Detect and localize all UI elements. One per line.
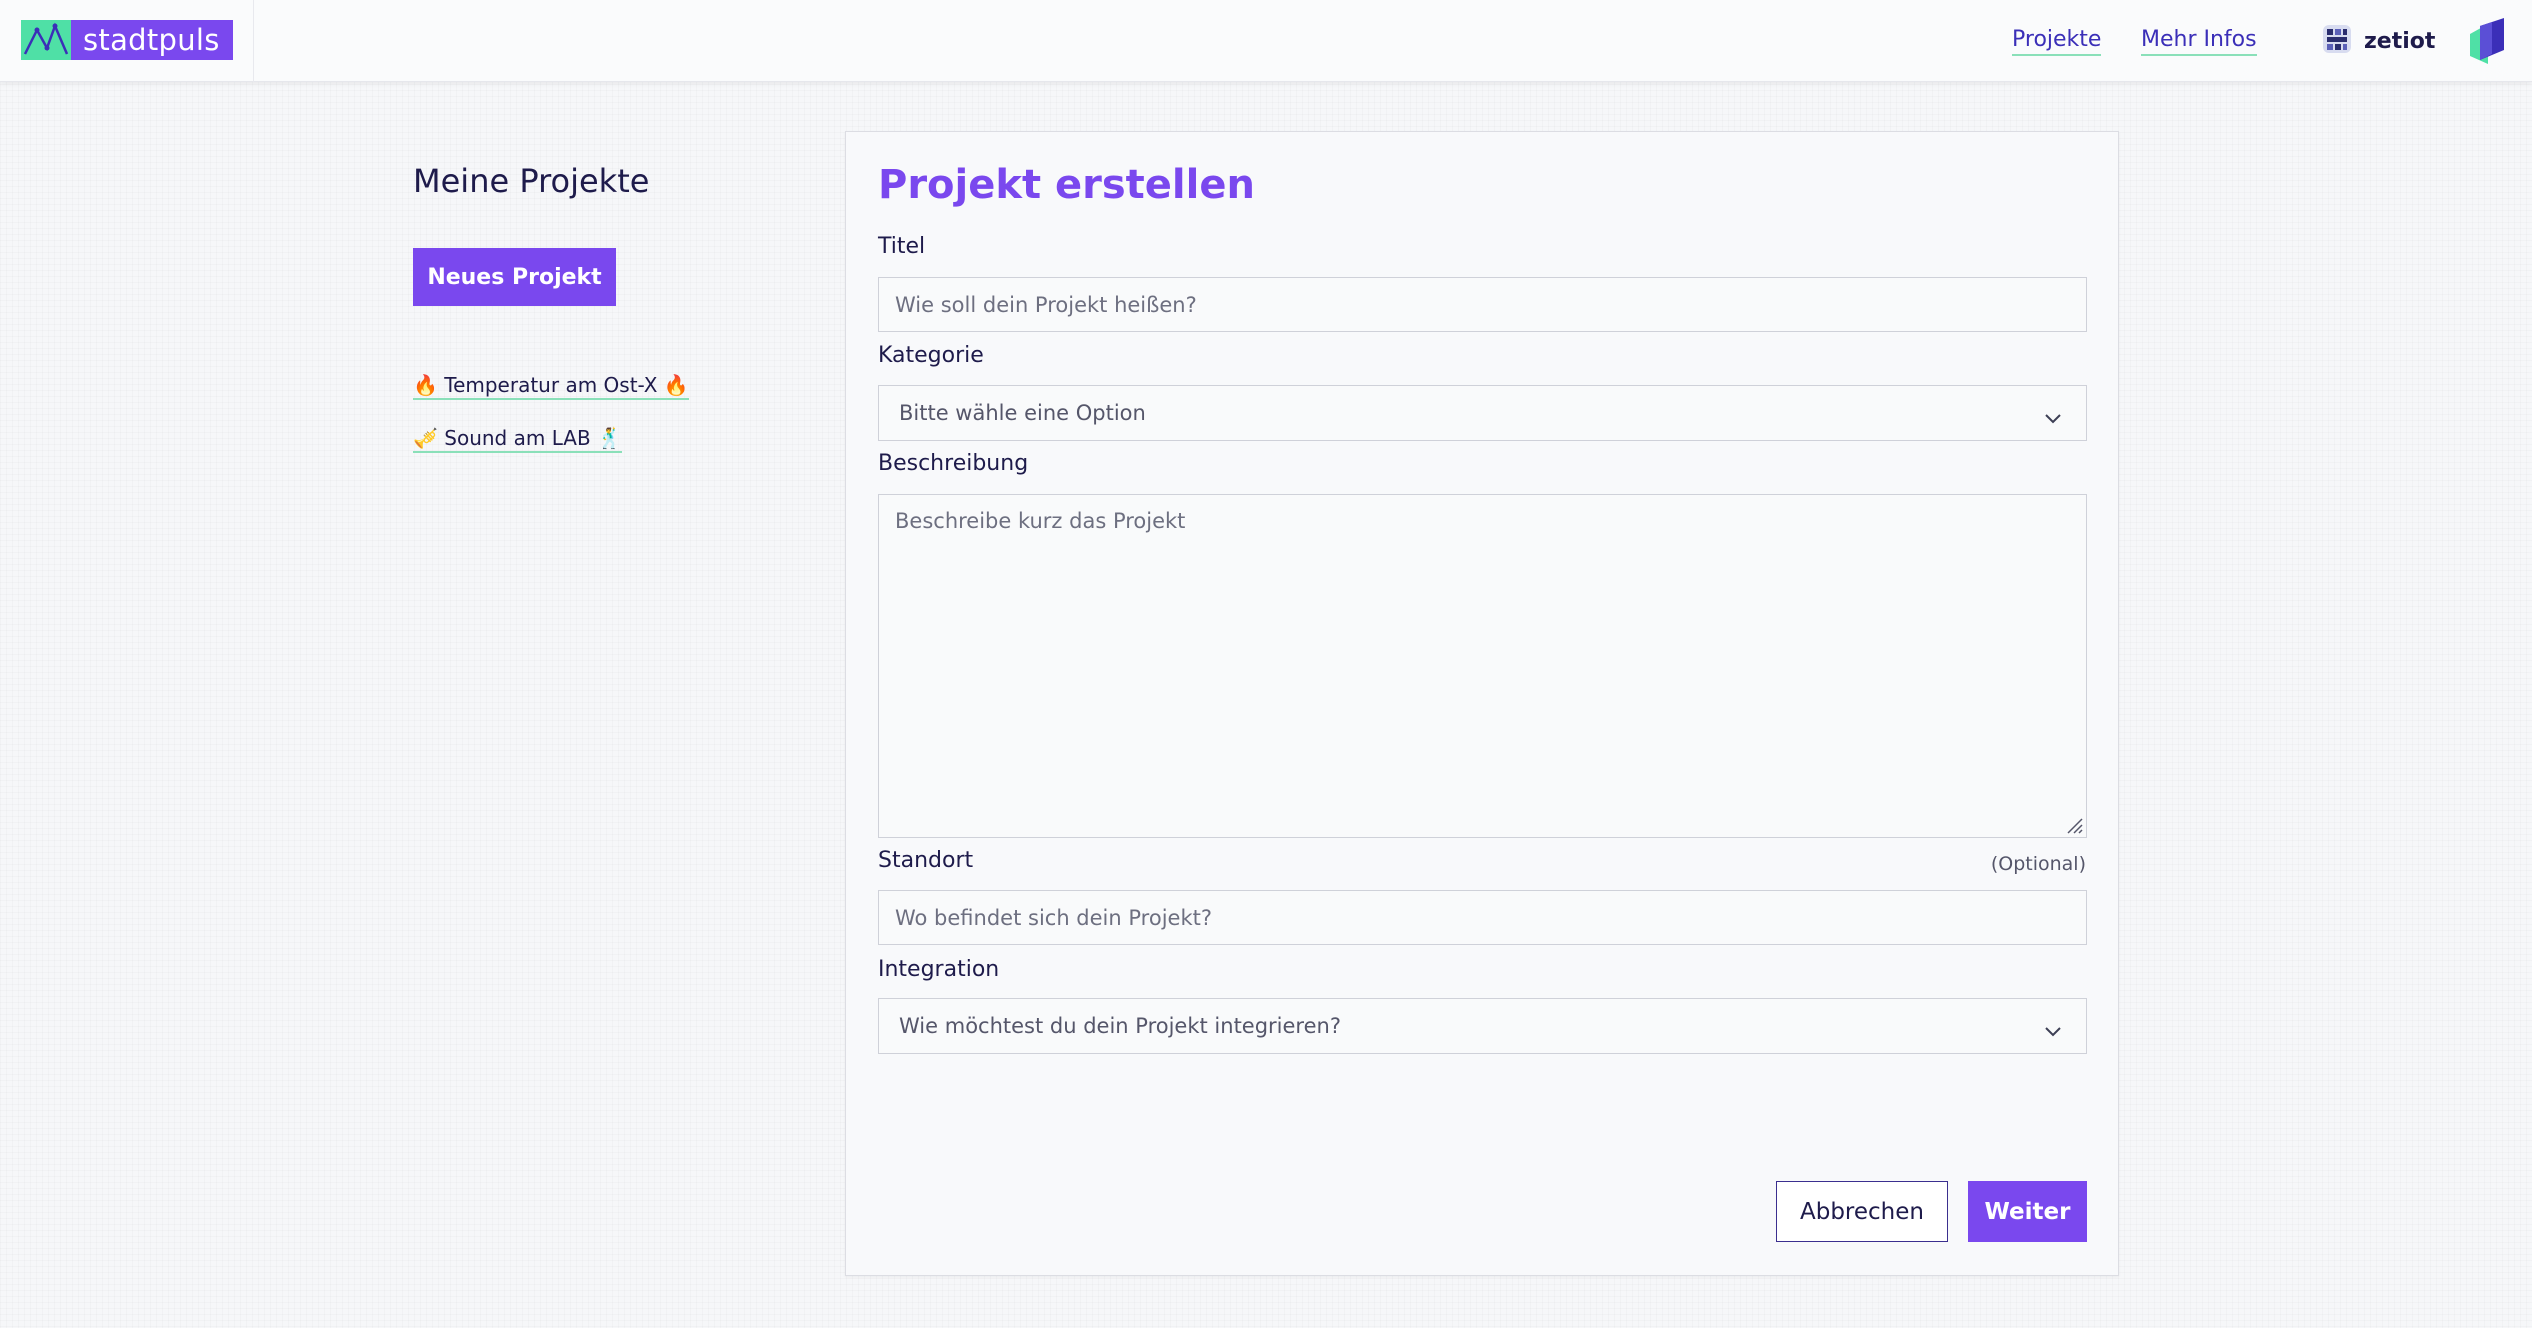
cube-logo-icon[interactable] [2464, 16, 2512, 70]
create-project-card: Projekt erstellen Titel Kategorie Bitte … [845, 131, 2119, 1276]
next-button[interactable]: Weiter [1968, 1181, 2087, 1242]
cancel-button[interactable]: Abbrechen [1776, 1181, 1948, 1242]
description-textarea[interactable] [878, 494, 2087, 838]
zetiot-brand[interactable]: zetiot [2320, 22, 2435, 60]
integration-label: Integration [878, 957, 1000, 982]
category-select[interactable]: Bitte wähle eine Option [878, 385, 2087, 441]
chevron-down-icon [2044, 406, 2062, 430]
title-input[interactable] [878, 277, 2087, 332]
logo-mark-icon [21, 20, 71, 60]
logo-text: stadtpuls [83, 23, 220, 57]
logo-container: stadtpuls [0, 0, 254, 82]
new-project-button[interactable]: Neues Projekt [413, 248, 616, 306]
location-label: Standort [878, 848, 974, 873]
resize-handle-icon[interactable] [2064, 815, 2084, 839]
zetiot-logo-icon [2320, 22, 2354, 60]
zetiot-label: zetiot [2364, 28, 2436, 54]
chevron-down-icon [2044, 1019, 2062, 1043]
category-label: Kategorie [878, 343, 984, 368]
optional-note: (Optional) [1990, 853, 2086, 875]
nav-link-mehr-infos[interactable]: Mehr Infos [2141, 27, 2257, 56]
sidebar-project-link[interactable]: 🔥 Temperatur am Ost-X 🔥 [413, 373, 689, 400]
integration-select[interactable]: Wie möchtest du dein Projekt integrieren… [878, 998, 2087, 1054]
title-label: Titel [878, 234, 926, 259]
integration-select-value: Wie möchtest du dein Projekt integrieren… [899, 1014, 1341, 1038]
stadtpuls-logo[interactable]: stadtpuls [21, 20, 233, 60]
sidebar-title: Meine Projekte [413, 162, 650, 200]
description-label: Beschreibung [878, 451, 1029, 476]
category-select-value: Bitte wähle eine Option [899, 401, 1146, 425]
top-navigation-bar: stadtpuls Projekte Mehr Infos zetiot [0, 0, 2532, 82]
sidebar-project-link[interactable]: 🎺 Sound am LAB 🕺 [413, 426, 622, 453]
location-input[interactable] [878, 890, 2087, 945]
form-title: Projekt erstellen [878, 162, 1255, 208]
nav-link-projekte[interactable]: Projekte [2012, 27, 2102, 56]
